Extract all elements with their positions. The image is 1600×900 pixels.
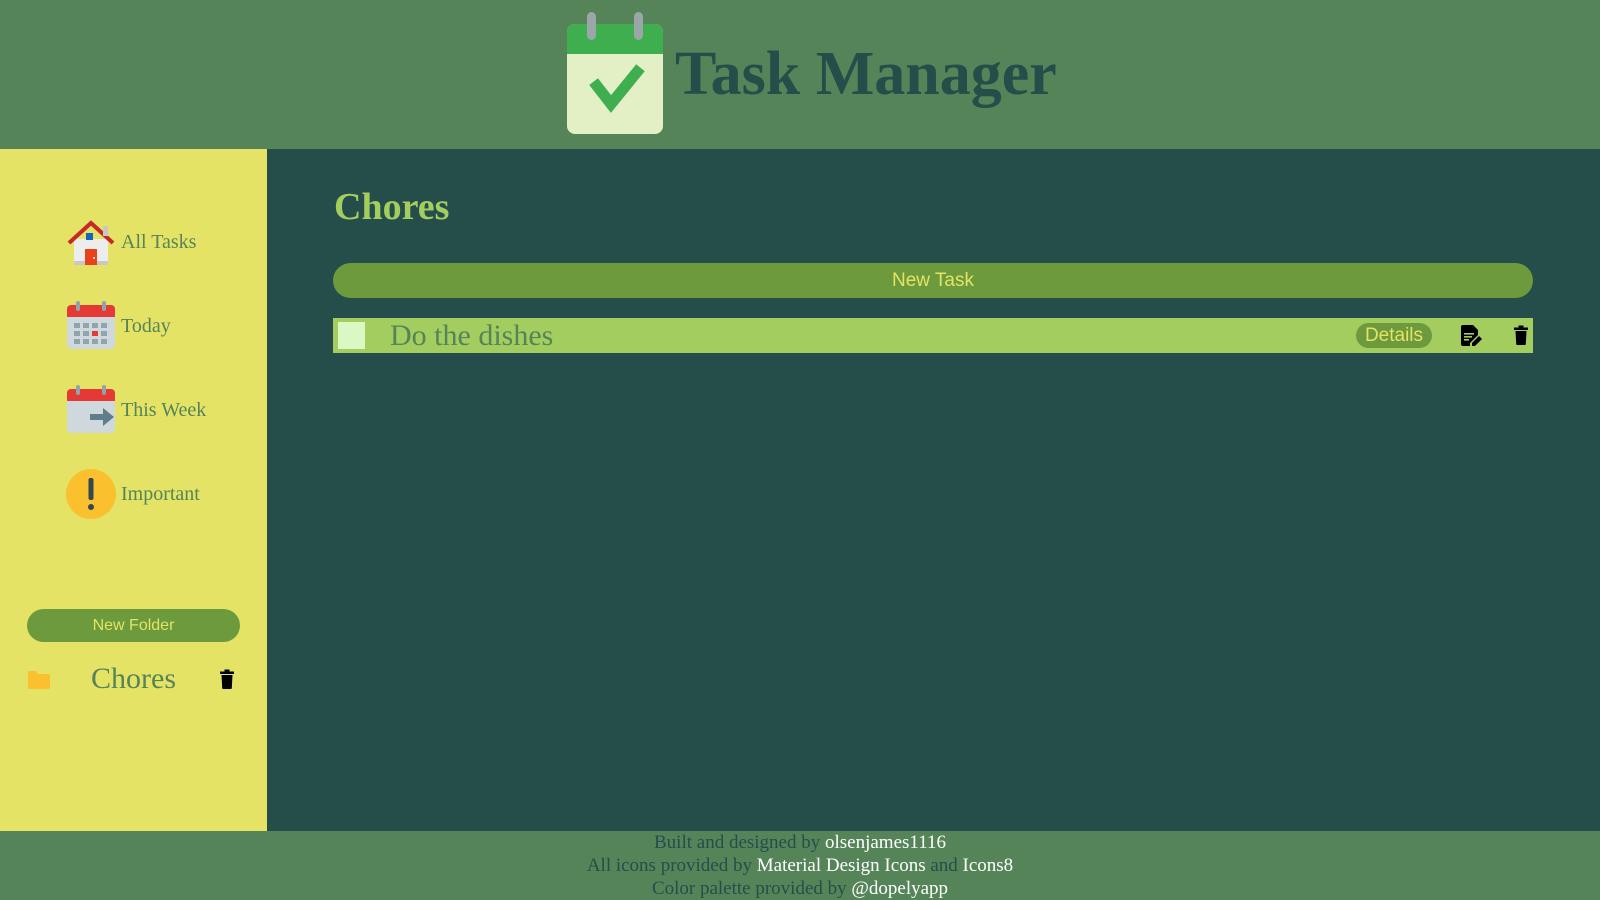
footer-credit-line: Built and designed by olsenjames1116: [0, 831, 1600, 854]
icons8-link[interactable]: Icons8: [963, 855, 1014, 876]
folder-item-chores[interactable]: Chores: [0, 661, 267, 697]
footer-icons-line: All icons provided by Material Design Ic…: [0, 854, 1600, 877]
sidebar-item-label: This Week: [121, 398, 207, 421]
footer-text: and: [925, 855, 963, 876]
author-link[interactable]: olsenjames1116: [825, 832, 946, 853]
app-title: Task Manager: [675, 40, 1057, 108]
header: Task Manager: [0, 0, 1600, 149]
footer-text: All icons provided by: [586, 855, 757, 876]
sidebar: All Tasks Today This Week Important New …: [0, 149, 267, 831]
sidebar-item-this-week[interactable]: This Week: [66, 385, 206, 435]
sidebar-item-label: Today: [121, 314, 171, 337]
task-title: Do the dishes: [390, 319, 554, 352]
footer-text: Color palette provided by: [651, 878, 852, 899]
calendar-today-icon: [67, 301, 115, 349]
exclamation-icon: [66, 469, 116, 519]
calendar-week-icon: [67, 385, 115, 433]
sidebar-item-today[interactable]: Today: [66, 301, 171, 351]
edit-icon[interactable]: [1461, 325, 1483, 347]
folder-icon: [28, 671, 50, 689]
footer: Built and designed by olsenjames1116 All…: [0, 831, 1600, 900]
main-panel: [267, 149, 1600, 831]
task-row: Do the dishes Details: [333, 318, 1533, 353]
sidebar-item-label: All Tasks: [121, 230, 197, 253]
sidebar-item-important[interactable]: Important: [66, 469, 200, 519]
sidebar-item-all-tasks[interactable]: All Tasks: [66, 217, 196, 267]
details-button[interactable]: Details: [1356, 323, 1432, 348]
calendar-check-icon: [567, 12, 663, 134]
sidebar-item-label: Important: [121, 482, 200, 505]
footer-palette-line: Color palette provided by @dopelyapp: [0, 877, 1600, 900]
material-design-icons-link[interactable]: Material Design Icons: [757, 855, 926, 876]
footer-text: Built and designed by: [654, 832, 825, 853]
new-folder-button[interactable]: New Folder: [27, 609, 240, 642]
dopelyapp-link[interactable]: @dopelyapp: [851, 878, 948, 899]
task-checkbox[interactable]: [338, 322, 365, 349]
new-task-button[interactable]: New Task: [333, 263, 1533, 298]
page-title: Chores: [334, 186, 450, 228]
house-icon: [67, 220, 115, 265]
trash-icon[interactable]: [219, 669, 235, 689]
folder-name: Chores: [91, 662, 176, 695]
trash-icon[interactable]: [1513, 325, 1529, 345]
